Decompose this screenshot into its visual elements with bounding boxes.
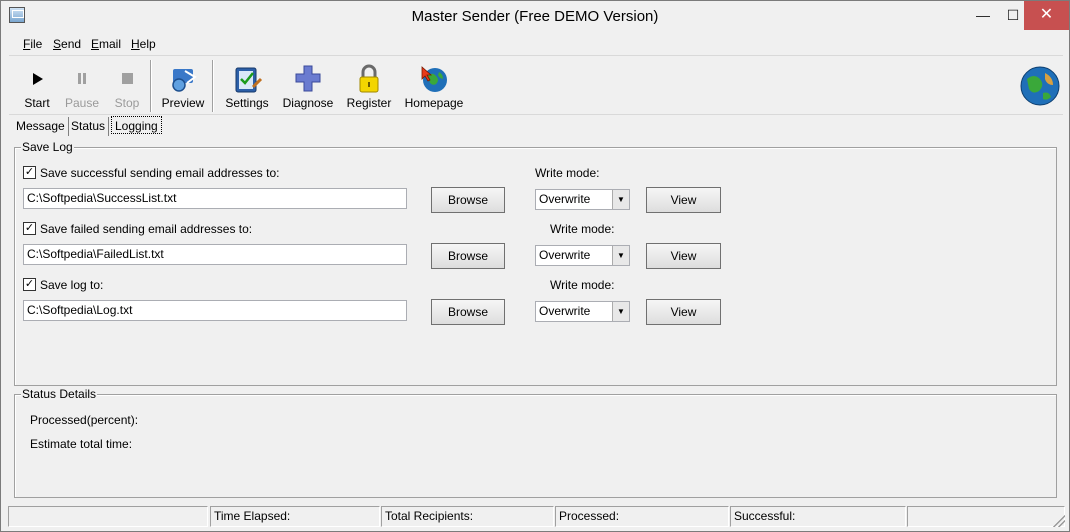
save-log-checkbox[interactable]: ✓ — [23, 278, 36, 291]
minimize-button[interactable]: — — [968, 1, 998, 30]
write-mode-label: Write mode: — [535, 166, 600, 180]
menu-send[interactable]: Send — [53, 37, 81, 51]
settings-button[interactable]: Settings — [219, 57, 275, 113]
main-window: Master Sender (Free DEMO Version) — ☐ ✕ … — [0, 0, 1070, 532]
preview-button[interactable]: Preview — [157, 57, 209, 113]
save-log-label: Save log to: — [40, 278, 104, 292]
title-bar: Master Sender (Free DEMO Version) — ☐ ✕ — [1, 1, 1069, 32]
save-failed-checkbox[interactable]: ✓ — [23, 222, 36, 235]
menu-email[interactable]: Email — [91, 37, 121, 51]
tab-status[interactable]: Status — [68, 117, 110, 136]
toolbar: Start Pause Stop Preview Settings Diagno… — [9, 57, 1063, 115]
pause-icon — [78, 73, 86, 84]
failed-write-mode-select[interactable]: Overwrite ▼ — [535, 245, 630, 266]
processed-percent-label: Processed(percent): — [30, 413, 139, 427]
status-details-title: Status Details — [21, 387, 98, 401]
diagnose-button[interactable]: Diagnose — [279, 57, 337, 113]
chevron-down-icon: ▼ — [612, 302, 629, 321]
tab-logging[interactable]: Logging — [111, 116, 162, 134]
menu-file[interactable]: File — [23, 37, 42, 51]
status-details-group: Status Details Processed(percent): Estim… — [14, 387, 1057, 498]
toolbar-separator — [212, 60, 214, 112]
diagnose-icon — [295, 65, 321, 92]
success-write-mode-select[interactable]: Overwrite ▼ — [535, 189, 630, 210]
menu-help[interactable]: Help — [131, 37, 156, 51]
browse-failed-button[interactable]: Browse — [431, 243, 505, 269]
save-failed-label: Save failed sending email addresses to: — [40, 222, 253, 236]
status-panel-empty — [8, 506, 208, 527]
globe-cursor-icon — [421, 66, 447, 92]
status-bar: Time Elapsed: Total Recipients: Processe… — [1, 504, 1069, 531]
toolbar-separator — [150, 60, 152, 112]
log-path-input[interactable]: C:\Softpedia\Log.txt — [23, 300, 407, 321]
time-elapsed-panel: Time Elapsed: — [210, 506, 380, 527]
view-log-button[interactable]: View — [646, 299, 721, 325]
log-write-mode-select[interactable]: Overwrite ▼ — [535, 301, 630, 322]
close-button[interactable]: ✕ — [1024, 1, 1069, 30]
save-successful-label: Save successful sending email addresses … — [40, 166, 280, 180]
save-log-group: Save Log ✓ Save successful sending email… — [14, 140, 1057, 386]
start-button[interactable]: Start — [17, 57, 57, 113]
stop-button[interactable]: Stop — [107, 57, 147, 113]
estimate-total-time-label: Estimate total time: — [30, 437, 133, 451]
success-path-input[interactable]: C:\Softpedia\SuccessList.txt — [23, 188, 407, 209]
view-failed-button[interactable]: View — [646, 243, 721, 269]
settings-icon — [235, 67, 263, 93]
preview-icon — [172, 69, 197, 92]
register-button[interactable]: Register — [343, 57, 395, 113]
chevron-down-icon: ▼ — [612, 246, 629, 265]
tab-message[interactable]: Message — [13, 117, 69, 136]
view-success-button[interactable]: View — [646, 187, 721, 213]
status-panel-last — [907, 506, 1065, 527]
stop-icon — [122, 73, 133, 84]
browse-success-button[interactable]: Browse — [431, 187, 505, 213]
menu-bar: File Send Email Help — [9, 32, 1063, 56]
save-log-title: Save Log — [21, 140, 74, 154]
failed-path-input[interactable]: C:\Softpedia\FailedList.txt — [23, 244, 407, 265]
write-mode-label: Write mode: — [550, 222, 615, 236]
resize-grip-icon[interactable] — [1053, 515, 1065, 527]
save-successful-checkbox[interactable]: ✓ — [23, 166, 36, 179]
play-icon — [33, 73, 43, 85]
processed-panel: Processed: — [555, 506, 729, 527]
globe-logo-icon — [1020, 66, 1060, 106]
homepage-button[interactable]: Homepage — [401, 57, 467, 113]
total-recipients-panel: Total Recipients: — [381, 506, 554, 527]
chevron-down-icon: ▼ — [612, 190, 629, 209]
successful-panel: Successful: — [730, 506, 906, 527]
window-title: Master Sender (Free DEMO Version) — [411, 8, 659, 25]
write-mode-label: Write mode: — [550, 278, 615, 292]
browse-log-button[interactable]: Browse — [431, 299, 505, 325]
pause-button[interactable]: Pause — [61, 57, 103, 113]
padlock-icon — [359, 64, 379, 93]
